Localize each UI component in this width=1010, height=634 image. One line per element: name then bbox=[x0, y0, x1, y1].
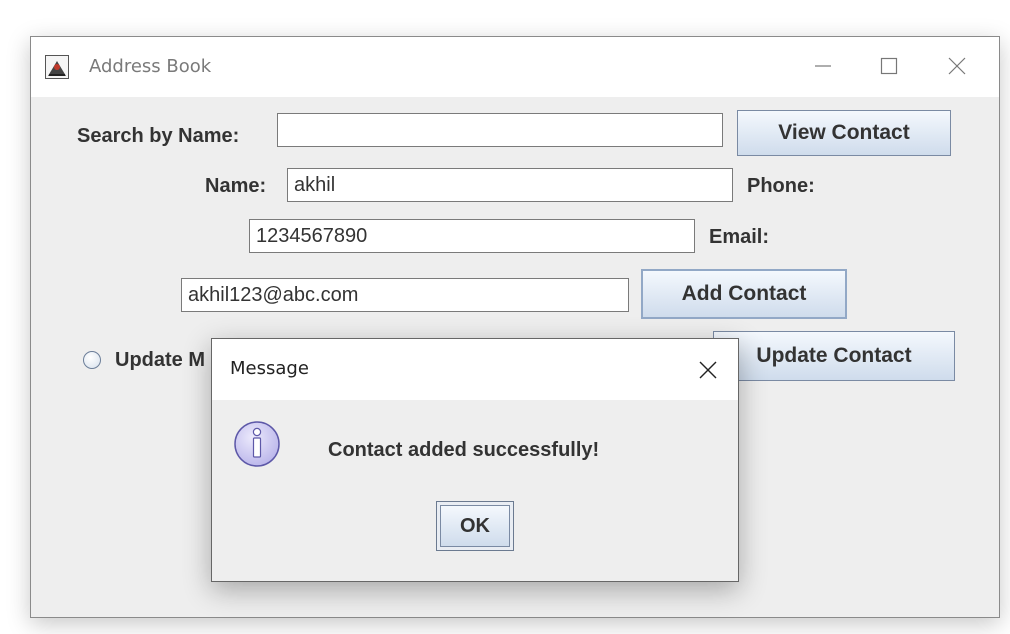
minimize-icon bbox=[815, 65, 831, 67]
name-label: Name: bbox=[205, 175, 267, 197]
close-icon bbox=[948, 57, 966, 75]
search-label: Search by Name: bbox=[77, 125, 240, 147]
close-button[interactable] bbox=[935, 49, 979, 83]
email-input[interactable] bbox=[181, 278, 629, 312]
title-bar[interactable]: Address Book bbox=[31, 37, 999, 97]
dialog-message: Contact added successfully! bbox=[328, 439, 600, 461]
view-contact-button[interactable]: View Contact bbox=[737, 110, 951, 156]
search-input[interactable] bbox=[277, 113, 723, 147]
java-duke-icon bbox=[45, 55, 69, 79]
phone-input[interactable] bbox=[249, 219, 695, 253]
update-radio-button[interactable] bbox=[83, 351, 101, 369]
add-contact-button[interactable]: Add Contact bbox=[641, 269, 847, 319]
ok-button[interactable]: OK bbox=[436, 501, 514, 551]
close-icon bbox=[699, 361, 717, 379]
update-radio-label: Update M bbox=[115, 349, 205, 371]
update-contact-button[interactable]: Update Contact bbox=[713, 331, 955, 381]
dialog-title: Message bbox=[230, 358, 309, 379]
dialog-title-bar[interactable]: Message bbox=[212, 339, 738, 400]
phone-label: Phone: bbox=[747, 175, 815, 197]
dialog-close-button[interactable] bbox=[688, 353, 728, 387]
email-label: Email: bbox=[709, 226, 770, 248]
info-icon bbox=[234, 421, 280, 467]
maximize-button[interactable] bbox=[867, 49, 911, 83]
window-title: Address Book bbox=[89, 56, 212, 77]
name-input[interactable] bbox=[287, 168, 733, 202]
maximize-icon bbox=[880, 57, 898, 75]
minimize-button[interactable] bbox=[801, 49, 845, 83]
message-dialog: Message Contact added successfully! OK bbox=[211, 338, 739, 582]
ok-button-label: OK bbox=[440, 505, 510, 547]
